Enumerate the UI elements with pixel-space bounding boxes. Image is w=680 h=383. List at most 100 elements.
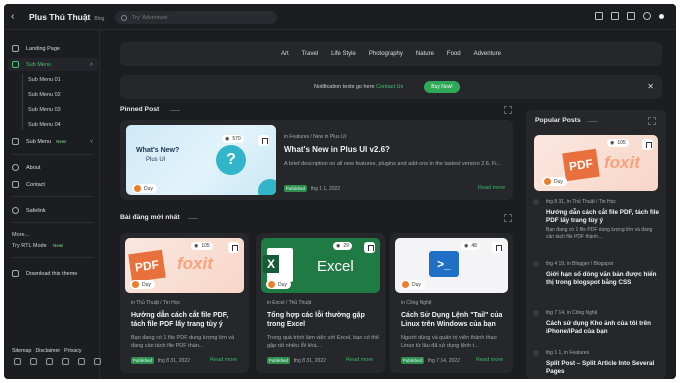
read-more-link[interactable]: Read more	[346, 357, 373, 363]
link-icon	[12, 207, 19, 214]
category-food[interactable]: Food	[447, 51, 461, 57]
read-more-link[interactable]: Read more	[476, 357, 503, 363]
user-icon[interactable]	[643, 12, 651, 20]
sidebar-item-download[interactable]: Download this theme	[12, 270, 77, 277]
facebook-icon[interactable]	[14, 358, 21, 365]
post-title[interactable]: Tổng hợp các lỗi thường gặp trong Excel	[267, 311, 379, 329]
bookmark-icon[interactable]	[364, 242, 375, 253]
bookmark-icon[interactable]	[642, 139, 653, 150]
author-chip[interactable]: Duy	[266, 280, 291, 289]
post-card[interactable]: X Excel ◉ 29 Duy in Excel / Thủ Thuật Tổ…	[256, 233, 385, 373]
privacy-link[interactable]: Privacy	[64, 348, 81, 354]
dark-mode-icon[interactable]	[627, 12, 635, 20]
read-more-link[interactable]: Read more	[210, 357, 237, 363]
top-header: ‹ Plus Thủ Thuật Blog Try 'Adventure'	[4, 4, 676, 30]
views-count: 29	[343, 243, 349, 249]
author-chip[interactable]: Duy	[542, 177, 567, 186]
sidebar-item-submenu[interactable]: Sub Menu	[12, 61, 51, 68]
section-dash	[188, 218, 198, 219]
back-arrow-icon[interactable]: ‹	[11, 11, 21, 22]
latest-section-title: Bài đăng mới nhất	[120, 214, 180, 221]
language-icon[interactable]	[611, 12, 619, 20]
views-badge: ◉ 570	[222, 135, 244, 143]
list-marker	[533, 199, 539, 205]
site-title: Plus Thủ Thuật	[29, 11, 91, 22]
post-title[interactable]: Hướng dẫn cách cắt file PDF, tách file P…	[131, 311, 243, 329]
popular-title[interactable]: Cách sử dụng Kho ảnh của tôi trên iPhone…	[546, 320, 660, 336]
sidebar-item-submenu-2[interactable]: Sub Menu New!	[12, 138, 66, 145]
post-thumbnail[interactable]: PDF foxit ◉ 105 Duy	[125, 238, 244, 293]
post-category[interactable]: in Thủ Thuật / Tin Học	[131, 300, 180, 306]
info-icon	[12, 164, 19, 171]
post-card[interactable]: PDF foxit ◉ 105 Duy in Thủ Thuật / Tin H…	[120, 233, 249, 373]
post-thumbnail[interactable]: X Excel ◉ 29 Duy	[261, 238, 380, 293]
author-chip[interactable]: Duy	[400, 280, 425, 289]
grid-icon[interactable]	[648, 117, 656, 125]
bookmark-icon[interactable]	[595, 12, 603, 20]
category-art[interactable]: Art	[281, 51, 289, 57]
sidebar-subitem-02[interactable]: Sub Menu 02	[28, 92, 61, 98]
popular-title[interactable]: Split Post – Split Article Into Several …	[546, 360, 660, 376]
read-more-link[interactable]: Read more	[478, 185, 505, 191]
buy-now-button[interactable]: Buy Now!	[424, 81, 460, 93]
post-thumbnail[interactable]: >_ ◉ 48 Duy	[395, 238, 508, 293]
disclaimer-link[interactable]: Disclaimer	[35, 348, 60, 354]
chevron-up-icon[interactable]: ˄	[90, 62, 93, 68]
youtube-icon[interactable]	[62, 358, 69, 365]
twitter-icon[interactable]	[30, 358, 37, 365]
telegram-icon[interactable]	[94, 358, 101, 365]
pdf-logo: PDF	[128, 249, 166, 283]
new-badge: New!	[56, 139, 67, 144]
new-badge: New!	[53, 243, 64, 248]
sidebar-subitem-04[interactable]: Sub Menu 04	[28, 122, 61, 128]
pinned-thumbnail[interactable]: What's New? Plus UI ? ◉ 570 Duy	[126, 125, 276, 195]
github-icon[interactable]	[78, 358, 85, 365]
author-chip[interactable]: Duy	[130, 280, 155, 289]
post-category[interactable]: in Excel / Thủ Thuật	[267, 300, 311, 306]
contact-us-link[interactable]: Contact Us	[376, 84, 403, 90]
grid-icon[interactable]	[504, 106, 512, 114]
popular-title[interactable]: Giới hạn số dòng văn bản được hiển thị t…	[546, 271, 660, 287]
sidebar-item-landing[interactable]: Landing Page	[12, 45, 60, 52]
sidebar-subitem-01[interactable]: Sub Menu 01	[28, 77, 61, 83]
site-brand[interactable]: Plus Thủ Thuật Blog	[29, 12, 104, 22]
bookmark-icon[interactable]	[228, 242, 239, 253]
post-category[interactable]: in Công Nghệ	[401, 300, 432, 306]
eye-icon: ◉	[336, 243, 341, 249]
rtl-mode-toggle[interactable]: Try RTL Mode New!	[12, 243, 63, 249]
popular-title[interactable]: Hướng dẫn cách cắt file PDF, tách file P…	[546, 209, 660, 225]
bookmark-icon[interactable]	[492, 242, 503, 253]
eye-icon: ◉	[225, 136, 230, 142]
post-category[interactable]: in Features / New in Plus UI	[284, 134, 346, 140]
search-placeholder: Try 'Adventure'	[132, 14, 169, 21]
author-chip[interactable]: Duy	[132, 184, 157, 193]
sitemap-link[interactable]: Sitemap	[12, 348, 31, 354]
post-card[interactable]: >_ ◉ 48 Duy in Công Nghệ Cách Sử Dụng Lệ…	[390, 233, 513, 373]
sidebar-item-safelink[interactable]: Safelink	[12, 207, 46, 214]
popular-thumbnail[interactable]: PDF foxit ◉ 105 Duy	[534, 135, 658, 191]
post-title[interactable]: Cách Sử Dụng Lệnh "Tail" của Linux trên …	[401, 311, 507, 329]
sidebar-item-about[interactable]: About	[12, 164, 40, 171]
category-travel[interactable]: Travel	[302, 51, 318, 57]
bookmark-icon[interactable]	[258, 135, 269, 146]
category-lifestyle[interactable]: Life Style	[331, 51, 356, 57]
post-description: A brief description on all new features,…	[284, 161, 502, 167]
category-nature[interactable]: Nature	[416, 51, 434, 57]
instagram-icon[interactable]	[46, 358, 53, 365]
pinned-post-card[interactable]: What's New? Plus UI ? ◉ 570 Duy in Featu…	[120, 120, 513, 200]
category-photography[interactable]: Photography	[369, 51, 403, 57]
grid-icon[interactable]	[504, 214, 512, 222]
post-title[interactable]: What's New in Plus UI v2.6?	[284, 145, 390, 154]
sidebar-item-contact[interactable]: Contact	[12, 181, 45, 188]
search-input[interactable]: Try 'Adventure'	[115, 11, 277, 24]
post-date: Published thg 8 31, 2022	[267, 357, 326, 364]
close-icon[interactable]: ✕	[647, 82, 654, 91]
date-text: thg 1 1, 2022	[310, 185, 341, 192]
sidebar-subitem-03[interactable]: Sub Menu 03	[28, 107, 61, 113]
rtl-label: Try RTL Mode	[12, 243, 47, 249]
chevron-down-icon[interactable]: ˅	[90, 139, 93, 145]
category-adventure[interactable]: Adventure	[474, 51, 501, 57]
views-badge: ◉ 105	[607, 139, 629, 147]
theme-dot-icon[interactable]	[659, 13, 664, 19]
excel-wordmark: Excel	[317, 258, 354, 275]
